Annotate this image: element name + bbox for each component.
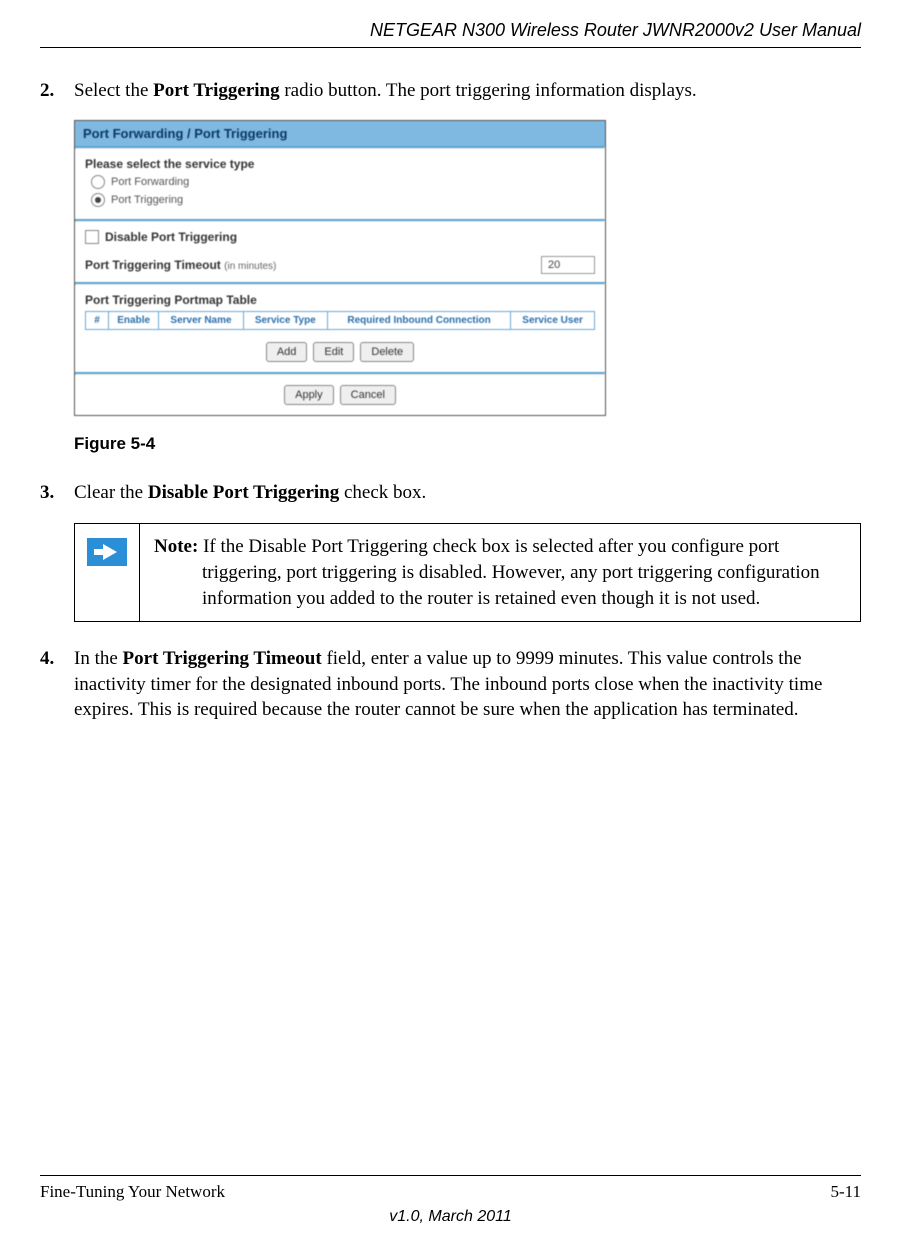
- bold-term: Port Triggering: [153, 80, 279, 101]
- th-num: #: [86, 311, 109, 329]
- step-2: 2. Select the Port Triggering radio butt…: [40, 78, 861, 104]
- edit-button[interactable]: Edit: [313, 342, 354, 362]
- bold-term: Disable Port Triggering: [148, 482, 339, 503]
- text: Clear the: [74, 482, 148, 503]
- step-number: 2.: [40, 78, 74, 104]
- text: In the: [74, 648, 123, 669]
- cancel-button[interactable]: Cancel: [340, 385, 396, 405]
- radio-label: Port Triggering: [111, 194, 183, 206]
- step-body: Select the Port Triggering radio button.…: [74, 78, 861, 104]
- th-server-name: Server Name: [159, 311, 243, 329]
- radio-port-triggering[interactable]: Port Triggering: [91, 193, 595, 207]
- text: Select the: [74, 80, 153, 101]
- running-header: NETGEAR N300 Wireless Router JWNR2000v2 …: [40, 20, 861, 48]
- note-lead: Note:: [154, 536, 198, 557]
- portmap-label: Port Triggering Portmap Table: [75, 285, 605, 307]
- add-button[interactable]: Add: [266, 342, 308, 362]
- step-4: 4. In the Port Triggering Timeout field,…: [40, 646, 861, 723]
- note-body: If the Disable Port Triggering check box…: [198, 536, 819, 608]
- checkbox-label: Disable Port Triggering: [105, 230, 237, 244]
- delete-button[interactable]: Delete: [360, 342, 414, 362]
- table-header-row: # Enable Server Name Service Type Requir…: [86, 311, 595, 329]
- step-3: 3. Clear the Disable Port Triggering che…: [40, 480, 861, 506]
- text: radio button. The port triggering inform…: [280, 80, 697, 101]
- arrow-right-icon: [87, 538, 127, 566]
- step-number: 4.: [40, 646, 74, 723]
- th-inbound: Required Inbound Connection: [327, 311, 510, 329]
- note-icon-cell: [75, 524, 140, 621]
- th-service-type: Service Type: [243, 311, 327, 329]
- footer-section: Fine-Tuning Your Network: [40, 1182, 225, 1202]
- portmap-table: # Enable Server Name Service Type Requir…: [85, 311, 595, 330]
- page-footer: Fine-Tuning Your Network 5-11 v1.0, Marc…: [40, 1175, 861, 1226]
- text: check box.: [339, 482, 426, 503]
- timeout-units: (in minutes): [224, 261, 276, 272]
- service-type-label: Please select the service type: [85, 157, 595, 171]
- checkbox-icon: [85, 230, 99, 244]
- table-buttons: Add Edit Delete: [75, 332, 605, 372]
- router-panel: Port Forwarding / Port Triggering Please…: [74, 120, 606, 416]
- disable-port-triggering-row[interactable]: Disable Port Triggering: [75, 222, 605, 252]
- timeout-label: Port Triggering Timeout: [85, 258, 221, 272]
- step-body: Clear the Disable Port Triggering check …: [74, 480, 861, 506]
- note-text: Note: If the Disable Port Triggering che…: [140, 524, 860, 621]
- step-body: In the Port Triggering Timeout field, en…: [74, 646, 861, 723]
- radio-port-forwarding[interactable]: Port Forwarding: [91, 175, 595, 189]
- note-box: Note: If the Disable Port Triggering che…: [74, 523, 861, 622]
- figure-caption: Figure 5-4: [74, 434, 861, 454]
- radio-icon-selected: [91, 193, 105, 207]
- footer-version: v1.0, March 2011: [40, 1208, 861, 1226]
- figure-5-4: Port Forwarding / Port Triggering Please…: [74, 120, 861, 416]
- radio-label: Port Forwarding: [111, 176, 189, 188]
- bold-term: Port Triggering Timeout: [123, 648, 322, 669]
- th-service-user: Service User: [511, 311, 595, 329]
- timeout-input[interactable]: 20: [541, 256, 595, 274]
- timeout-row: Port Triggering Timeout (in minutes) 20: [75, 252, 605, 282]
- th-enable: Enable: [109, 311, 159, 329]
- panel-title: Port Forwarding / Port Triggering: [75, 121, 605, 146]
- radio-icon: [91, 175, 105, 189]
- footer-page-number: 5-11: [830, 1182, 861, 1202]
- step-number: 3.: [40, 480, 74, 506]
- form-buttons: Apply Cancel: [75, 375, 605, 415]
- apply-button[interactable]: Apply: [284, 385, 334, 405]
